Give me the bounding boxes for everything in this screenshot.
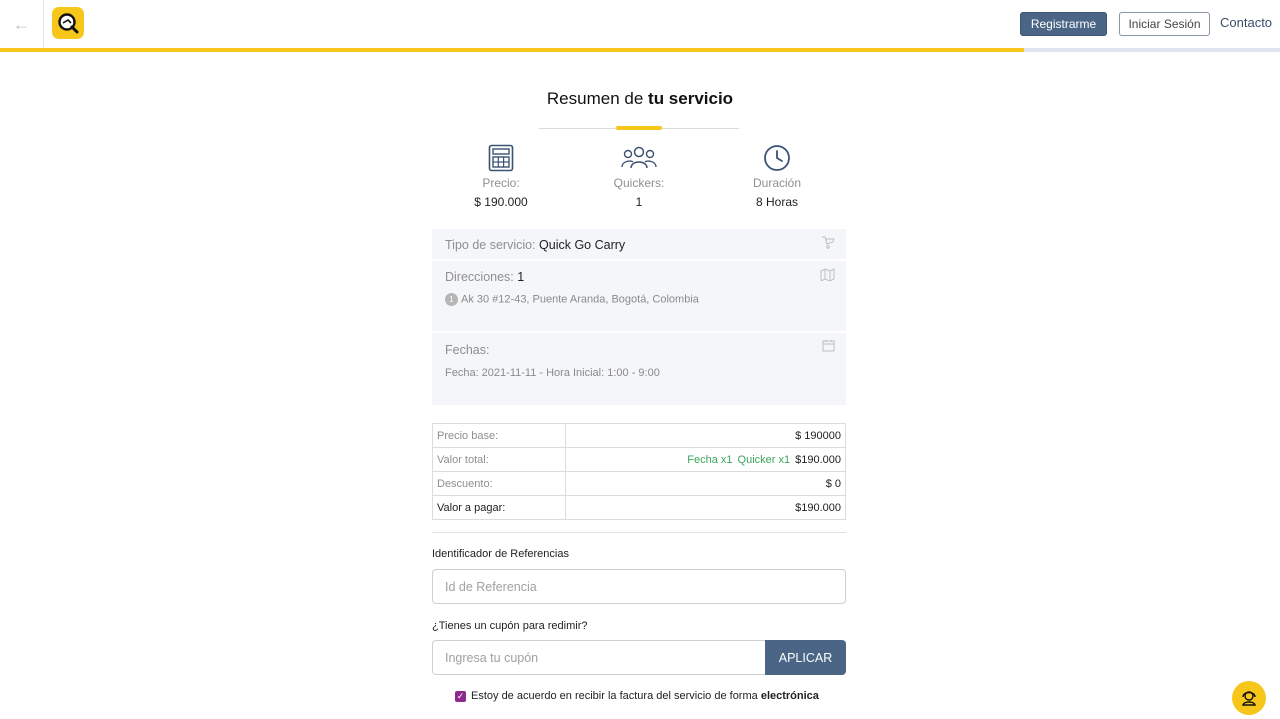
apply-coupon-button[interactable]: APLICAR [765, 640, 846, 675]
table-row: Valor total: Fecha x1 Quicker x1 $190.000 [432, 447, 846, 472]
discount-value: $ 0 [565, 471, 846, 496]
users-icon [621, 146, 657, 169]
table-row: Precio base: $ 190000 [432, 423, 846, 448]
calculator-icon [488, 144, 514, 172]
calendar-icon [822, 340, 835, 352]
title-bold: tu servicio [648, 89, 734, 108]
consent-checkbox[interactable]: ✓ [455, 690, 466, 702]
to-pay-label: Valor a pagar: [432, 495, 566, 520]
total-value: $190.000 [795, 453, 841, 466]
service-type-value: Quick Go Carry [539, 238, 626, 252]
dates-panel: Fechas: Fecha: 2021-11-11 - Hora Inicial… [432, 333, 846, 405]
section-divider [432, 532, 846, 533]
contact-link[interactable]: Contacto [1220, 15, 1272, 30]
address-item: 1 Ak 30 #12-43, Puente Aranda, Bogotá, Co… [445, 293, 699, 306]
clock-icon [764, 145, 790, 171]
service-type-row: Tipo de servicio: Quick Go Carry [445, 238, 625, 252]
stat-quickers: Quickers: 1 [569, 144, 709, 209]
stat-quickers-label: Quickers: [613, 176, 665, 190]
stat-duration-value: 8 Horas [755, 195, 799, 209]
total-value-cell: Fecha x1 Quicker x1 $190.000 [565, 447, 846, 472]
page-title: Resumen de tu servicio [440, 89, 840, 109]
total-value-label: Valor total: [432, 447, 566, 472]
stat-price-label: Precio: [482, 176, 520, 190]
stat-quickers-value: 1 [635, 195, 643, 209]
stat-duration: Duración 8 Horas [707, 144, 847, 209]
top-bar: ← Registrarme Iniciar Sesión Contacto [0, 0, 1280, 48]
price-table: Precio base: $ 190000 Valor total: Fecha… [432, 423, 846, 520]
address-text: Ak 30 #12-43, Puente Aranda, Bogotá, Col… [461, 293, 699, 306]
service-type-panel: Tipo de servicio: Quick Go Carry [432, 229, 846, 259]
progress-bar [0, 48, 1280, 52]
reference-label: Identificador de Referencias [432, 548, 569, 560]
date-item: Fecha: 2021-11-11 - Hora Inicial: 1:00 -… [445, 367, 660, 379]
addresses-count: 1 [517, 270, 525, 284]
consent-row: ✓ Estoy de acuerdo en recibir la factura… [455, 690, 819, 702]
support-button[interactable] [1232, 681, 1266, 715]
progress-bar-fill [0, 48, 1024, 52]
back-arrow-icon[interactable]: ← [0, 0, 44, 48]
coupon-input[interactable] [432, 640, 766, 675]
stat-price-value: $ 190.000 [474, 195, 528, 209]
app-logo[interactable] [52, 7, 84, 39]
map-icon [820, 268, 835, 281]
table-row: Valor a pagar: $190.000 [432, 495, 846, 520]
dates-label: Fechas: [445, 343, 490, 357]
base-price-label: Precio base: [432, 423, 566, 448]
addresses-panel: Direcciones: 1 1 Ak 30 #12-43, Puente Ara… [432, 261, 846, 331]
coupon-label: ¿Tienes un cupón para redimir? [432, 620, 588, 632]
reference-input[interactable] [432, 569, 846, 604]
to-pay-value: $190.000 [565, 495, 846, 520]
tag-quicker: Quicker x1 [737, 453, 791, 466]
register-button[interactable]: Registrarme [1020, 12, 1107, 36]
cart-icon [822, 236, 835, 249]
address-index-badge: 1 [445, 293, 458, 306]
support-agent-icon [1242, 691, 1256, 706]
title-accent-bar [616, 126, 662, 130]
service-type-label: Tipo de servicio: [445, 238, 536, 252]
addresses-label: Direcciones: [445, 270, 514, 284]
logo-magnifier-icon [58, 13, 79, 34]
stat-duration-label: Duración [752, 176, 802, 190]
stat-price: Precio: $ 190.000 [431, 144, 571, 209]
consent-bold: electrónica [760, 690, 819, 702]
tag-date: Fecha x1 [687, 453, 733, 466]
discount-label: Descuento: [432, 471, 566, 496]
base-price-value: $ 190000 [565, 423, 846, 448]
table-row: Descuento: $ 0 [432, 471, 846, 496]
title-prefix: Resumen de [546, 89, 644, 108]
addresses-row: Direcciones: 1 [445, 270, 524, 284]
login-button[interactable]: Iniciar Sesión [1119, 12, 1210, 36]
consent-text: Estoy de acuerdo en recibir la factura d… [471, 690, 758, 702]
